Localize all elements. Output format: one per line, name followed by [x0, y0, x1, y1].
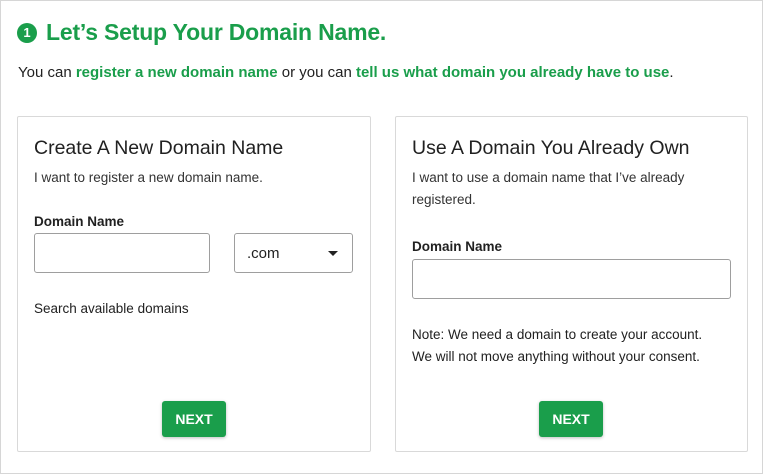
existing-domain-description: I want to use a domain name that I’ve al… — [412, 170, 685, 207]
consent-note: Note: We need a domain to create your ac… — [412, 324, 702, 368]
existing-domain-card: Use A Domain You Already Own I want to u… — [395, 116, 748, 452]
intro-middle: or you can — [277, 64, 356, 81]
step-number-badge: 1 — [17, 22, 37, 43]
existing-domain-title: Use A Domain You Already Own — [412, 137, 690, 159]
tld-selected-value: .com — [247, 244, 280, 262]
existing-domain-next-button[interactable]: NEXT — [539, 401, 603, 437]
page-title: Let’s Setup Your Domain Name. — [46, 19, 387, 45]
existing-domain-name-input[interactable] — [412, 259, 731, 299]
page-header: 1 Let’s Setup Your Domain Name. — [17, 19, 386, 46]
setup-domain-panel: 1 Let’s Setup Your Domain Name. You can … — [0, 0, 763, 474]
create-domain-title: Create A New Domain Name — [34, 137, 284, 159]
new-domain-name-label: Domain Name — [34, 214, 125, 229]
create-new-domain-card: Create A New Domain Name I want to regis… — [17, 116, 371, 452]
intro-prefix: You can — [18, 64, 76, 81]
consent-note-line-1: Note: We need a domain to create your ac… — [412, 327, 703, 342]
create-domain-description: I want to register a new domain name. — [34, 170, 263, 185]
existing-domain-name-label: Domain Name — [412, 239, 503, 254]
create-domain-next-button[interactable]: NEXT — [162, 401, 226, 437]
intro-text: You can register a new domain name or yo… — [18, 64, 674, 81]
search-available-domains-link[interactable]: Search available domains — [34, 301, 189, 316]
register-new-domain-link[interactable]: register a new domain name — [76, 64, 278, 81]
new-domain-name-input[interactable] — [34, 233, 210, 273]
existing-domain-link[interactable]: tell us what domain you already have to … — [356, 64, 669, 81]
caret-down-icon — [328, 250, 338, 256]
consent-note-line-2: We will not move anything without your c… — [412, 349, 700, 364]
intro-suffix: . — [669, 64, 674, 81]
tld-select[interactable]: .com — [234, 233, 353, 273]
